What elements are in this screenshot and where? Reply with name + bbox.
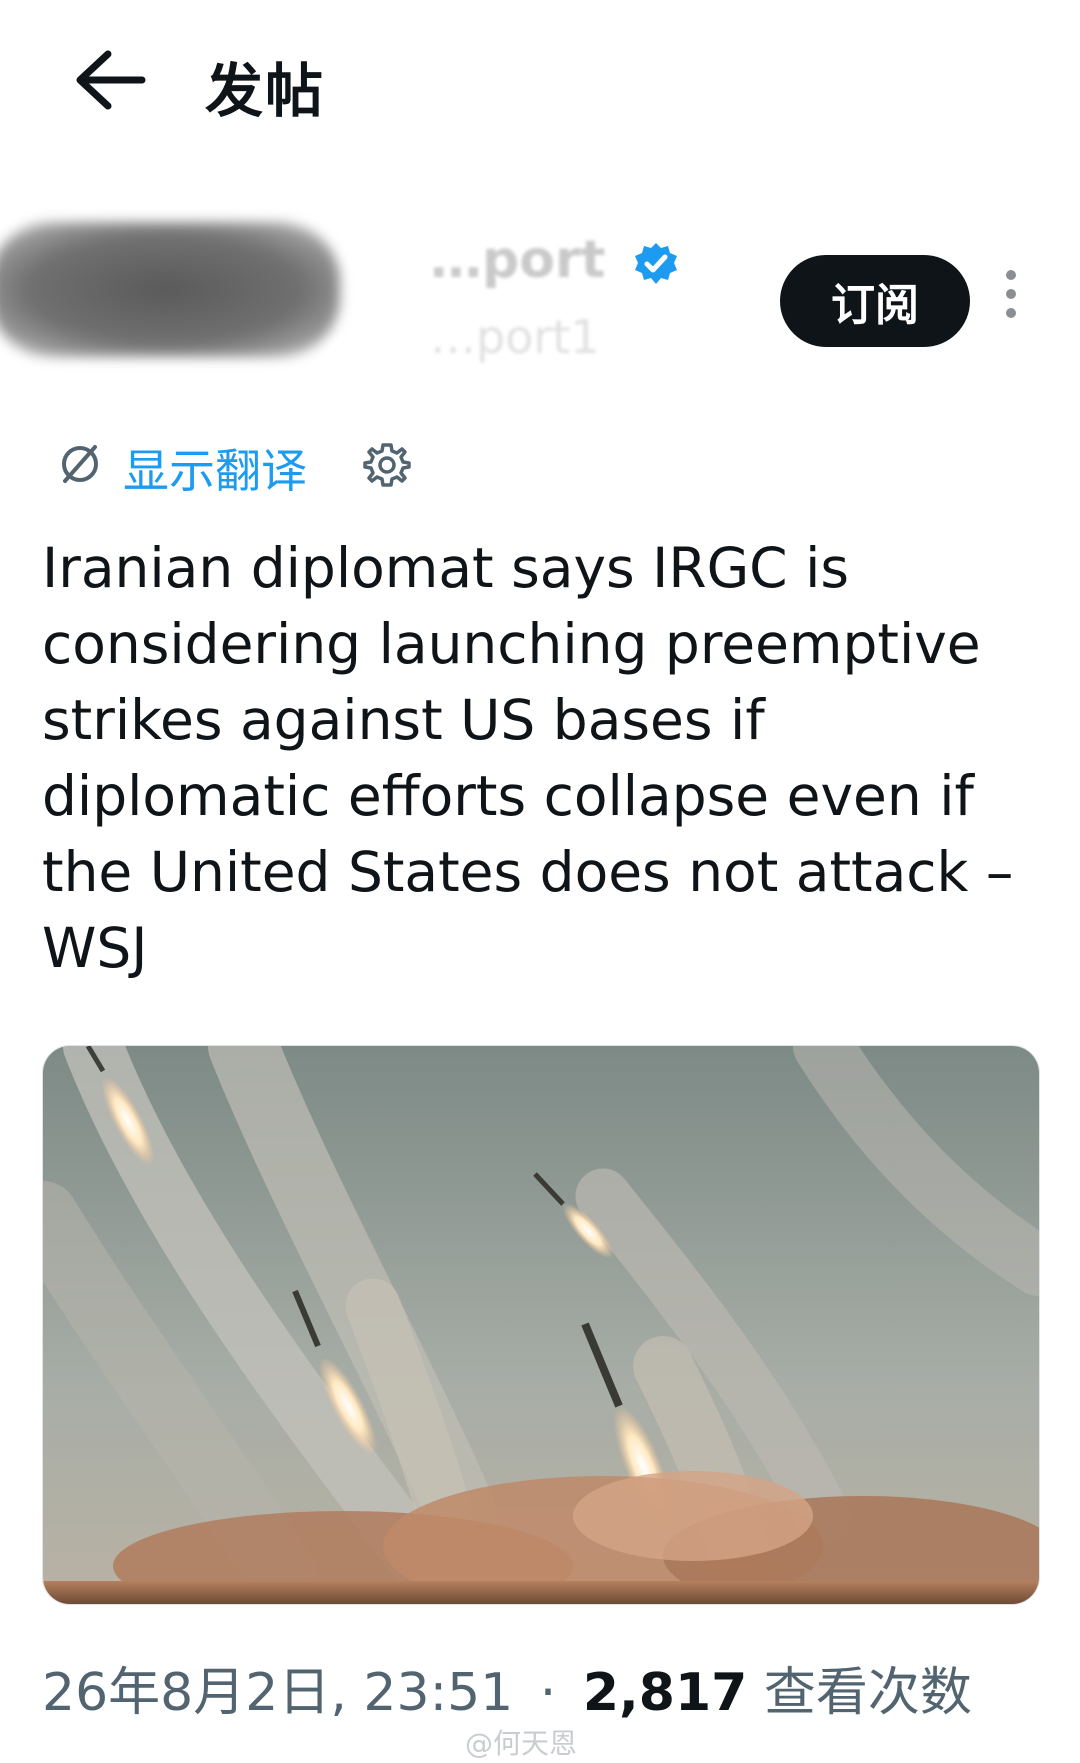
- view-count-label: 查看次数: [763, 1663, 972, 1723]
- tweet-image[interactable]: [42, 1045, 1040, 1605]
- timestamp[interactable]: 26年8月2日, 23:51: [42, 1663, 513, 1723]
- tweet-meta: 26年8月2日, 23:51 · 2,817 查看次数: [42, 1650, 972, 1725]
- translate-icon: [62, 445, 98, 483]
- more-vertical-icon[interactable]: [996, 270, 1026, 330]
- subscribe-button[interactable]: 订阅: [780, 255, 970, 347]
- translate-row: 显示翻译: [55, 435, 655, 498]
- verified-badge-icon: [635, 243, 677, 284]
- page-title: 发帖: [205, 57, 326, 125]
- separator-dot: ·: [539, 1663, 557, 1723]
- avatar[interactable]: [0, 222, 340, 357]
- display-name[interactable]: …port: [430, 230, 605, 290]
- show-translation-link[interactable]: 显示翻译: [123, 435, 307, 501]
- author-row: …port …port1 订阅: [0, 210, 1080, 390]
- tweet-text: Iranian diplomat says IRGC is considerin…: [42, 536, 1014, 980]
- back-button[interactable]: [72, 48, 148, 112]
- arrow-left-icon: [76, 50, 146, 110]
- missile-launch-photo: [43, 1046, 1039, 1604]
- top-bar: 发帖: [0, 0, 1080, 160]
- gear-icon[interactable]: [363, 441, 411, 489]
- watermark: @何天恩: [465, 1727, 578, 1760]
- handle[interactable]: …port1: [430, 310, 600, 364]
- view-count: 2,817: [582, 1663, 748, 1723]
